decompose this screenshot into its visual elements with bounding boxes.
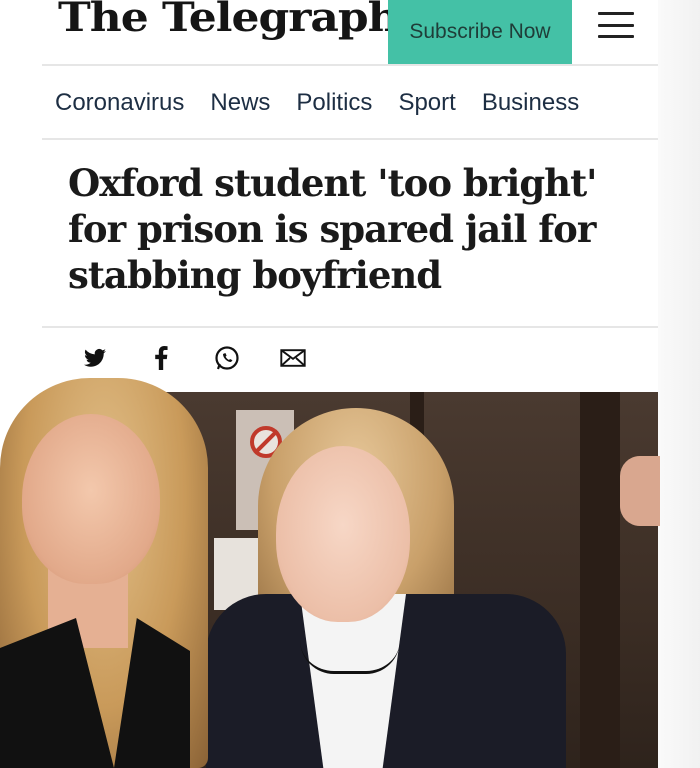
headline-line: Oxford student 'too bright' — [68, 161, 598, 205]
nav-item-news[interactable]: News — [210, 89, 270, 117]
facebook-icon[interactable] — [148, 345, 174, 371]
bystander-arm — [620, 456, 660, 526]
twitter-icon[interactable] — [82, 345, 108, 371]
email-icon[interactable] — [280, 345, 306, 371]
headline-line: stabbing boyfriend — [68, 253, 442, 297]
door-frame — [580, 392, 620, 768]
article-photo — [0, 378, 700, 768]
hamburger-menu-icon[interactable] — [598, 12, 634, 38]
left-person-face — [22, 414, 160, 584]
nav-item-sport[interactable]: Sport — [398, 89, 455, 117]
nav-item-politics[interactable]: Politics — [296, 89, 372, 117]
section-nav: Coronavirus News Politics Sport Business — [42, 68, 658, 140]
site-header: The Telegraph Subscribe Now — [42, 0, 658, 66]
headline-line: for prison is spared jail for — [68, 207, 596, 251]
article-headline: Oxford student 'too bright' for prison i… — [68, 160, 628, 298]
nav-item-business[interactable]: Business — [482, 89, 579, 117]
right-person-face — [276, 446, 410, 622]
nav-item-coronavirus[interactable]: Coronavirus — [55, 89, 184, 117]
whatsapp-icon[interactable] — [214, 345, 240, 371]
subscribe-button[interactable]: Subscribe Now — [388, 0, 572, 64]
masthead-logo[interactable]: The Telegraph — [58, 0, 400, 41]
